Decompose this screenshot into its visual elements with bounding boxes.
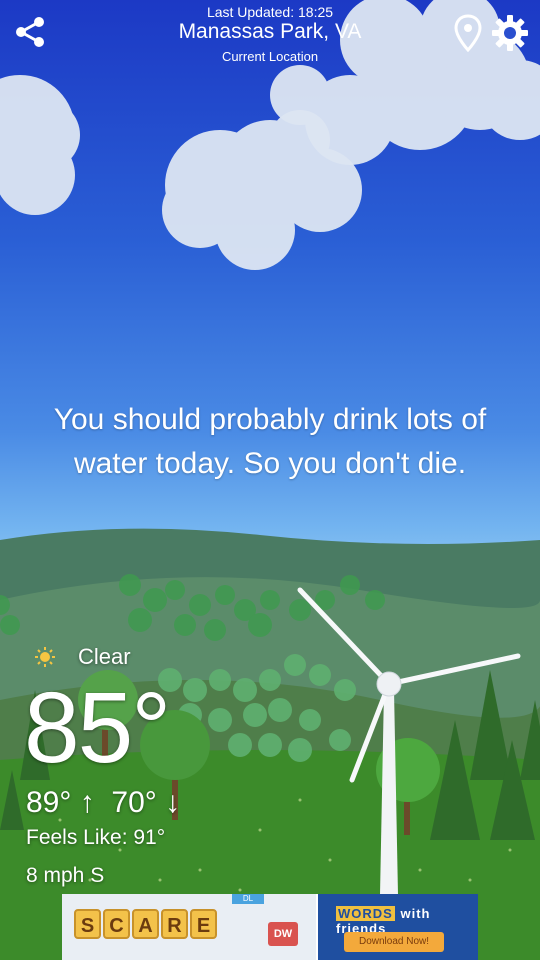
ad-game-board: DL S C A R E DW [62, 894, 316, 960]
condition-row: Clear [34, 640, 131, 674]
ad-letter-tiles: S C A R E [74, 909, 219, 939]
weather-screen: Last Updated: 18:25 Manassas Park, VA Cu… [0, 0, 540, 960]
gear-icon[interactable] [491, 14, 529, 52]
condition-label: Clear [78, 644, 131, 669]
forecast-message: You should probably drink lots of water … [53, 403, 487, 480]
ad-tile: A [132, 909, 159, 939]
ad-download-button[interactable]: Download Now! [344, 932, 444, 952]
down-arrow-icon: ↓ [165, 786, 181, 819]
share-icon[interactable] [12, 14, 48, 50]
ad-dl-tile: DL [232, 894, 264, 904]
ad-tile: E [190, 909, 217, 939]
low-temperature: 70° [111, 786, 157, 819]
ad-brand-panel: WORDS with friends Download Now! [318, 894, 478, 960]
cloud-left [0, 75, 80, 215]
ad-tile: R [161, 909, 188, 939]
ad-banner[interactable]: DL S C A R E DW WORDS with friends Downl… [62, 894, 478, 960]
location-pin-icon[interactable] [454, 14, 482, 52]
current-temperature: 85° [24, 672, 171, 784]
wind-speed: 8 mph S [26, 864, 105, 887]
top-bar: Last Updated: 18:25 Manassas Park, VA Cu… [0, 0, 540, 70]
up-arrow-icon: ↑ [79, 786, 95, 819]
ad-tile: C [103, 909, 130, 939]
feels-like: Feels Like: 91° [26, 826, 166, 849]
ad-dw-tile: DW [268, 922, 298, 946]
high-low-temperatures: 89° ↑ 70° ↓ [26, 786, 180, 820]
ad-tile: S [74, 909, 101, 939]
sun-icon [35, 647, 55, 667]
high-temperature: 89° [26, 786, 72, 819]
